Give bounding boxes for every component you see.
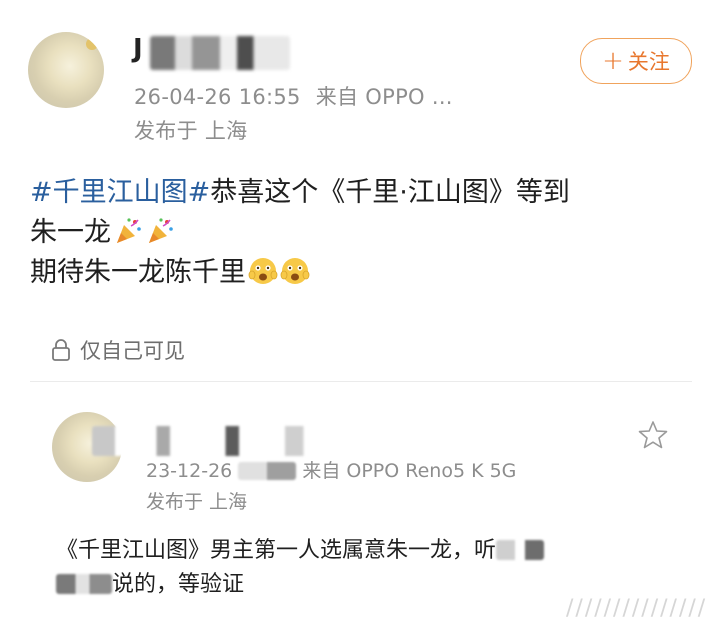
avatar-decoration	[86, 38, 98, 50]
visibility-label: 仅自己可见	[80, 339, 185, 363]
username-redaction	[92, 426, 322, 456]
content-line-2: 朱一龙	[30, 213, 570, 253]
follow-label: 关注	[627, 50, 670, 74]
content-text: 恭喜这个《千里·江山图》等到	[210, 177, 570, 208]
content-text: 朱一龙	[30, 217, 111, 248]
content-text: 说的，等验证	[112, 572, 245, 597]
content-redaction	[56, 574, 112, 594]
timestamp-redaction	[238, 462, 297, 480]
post-location: 发布于 上海	[134, 119, 248, 143]
username-redaction	[150, 36, 290, 70]
excited-face-icon	[280, 258, 310, 284]
content-redaction	[496, 540, 545, 560]
hashtag-link[interactable]: #千里江山图#	[30, 177, 210, 208]
post-content: #千里江山图#恭喜这个《千里·江山图》等到 朱一龙 期待朱一龙陈千里	[30, 173, 570, 293]
timestamp-text: 26-04-26 16:55	[134, 85, 301, 109]
post-divider	[30, 381, 692, 382]
content-line-3: 期待朱一龙陈千里	[30, 253, 570, 293]
party-popper-icon	[149, 218, 173, 243]
visibility-indicator: 仅自己可见	[50, 335, 185, 365]
post-timestamp: 26-04-26 16:55 来自 OPPO ...	[134, 81, 453, 111]
post-location: 发布于 上海	[146, 491, 248, 513]
follow-button[interactable]: + 关注	[580, 38, 692, 84]
username[interactable]: J	[133, 34, 143, 64]
lock-icon	[52, 339, 70, 361]
content-line-1: 《千里江山图》男主第一人选属意朱一龙，听	[56, 534, 545, 568]
source-text: 来自 OPPO Reno5 K 5G	[302, 460, 517, 482]
content-line-1: #千里江山图#恭喜这个《千里·江山图》等到	[30, 173, 570, 213]
plus-icon: +	[602, 46, 624, 76]
source-text: 来自 OPPO ...	[315, 85, 453, 109]
avatar[interactable]	[28, 32, 104, 108]
content-text: 《千里江山图》男主第一人选属意朱一龙，听	[56, 538, 497, 563]
star-icon[interactable]	[638, 420, 668, 450]
post-content: 《千里江山图》男主第一人选属意朱一龙，听 说的，等验证	[56, 534, 545, 602]
timestamp-text: 23-12-26	[146, 460, 233, 482]
content-line-2: 说的，等验证	[56, 568, 544, 602]
party-popper-icon	[117, 218, 141, 243]
content-text: 期待朱一龙陈千里	[30, 257, 246, 288]
watermark: ///////////////	[566, 596, 708, 621]
excited-face-icon	[248, 258, 278, 284]
post-timestamp: 23-12-26 来自 OPPO Reno5 K 5G	[146, 456, 516, 483]
